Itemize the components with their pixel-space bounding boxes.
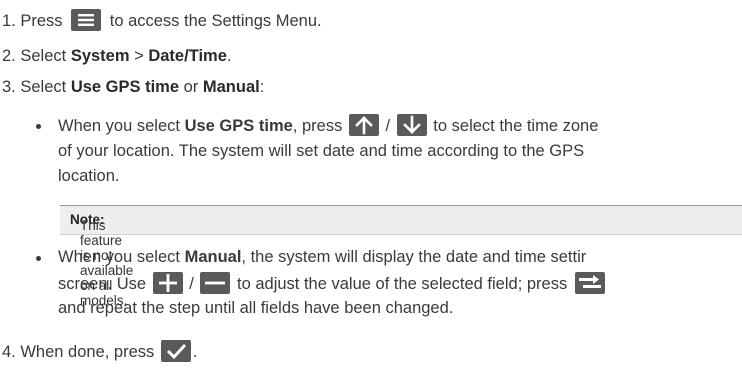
step-text: to access the Settings Menu. — [109, 12, 322, 30]
step-number: 3. — [2, 78, 16, 96]
step-text: Select — [20, 47, 67, 65]
step-number: 4. — [2, 343, 16, 361]
bullet-text: to select the time zone — [433, 117, 599, 135]
bullet-bold: Use GPS time — [184, 117, 293, 135]
bullet-text: When you select — [58, 117, 180, 135]
option-manual: Manual — [202, 78, 260, 96]
option-use-gps-time: Use GPS time — [70, 78, 180, 96]
menu-icon — [71, 9, 102, 31]
bullet-dot — [36, 124, 41, 129]
step-text: When done, press — [20, 343, 155, 361]
bullet-text: screen. Use — [58, 275, 147, 293]
step-1: 1. Press to access the Settings Menu. — [2, 9, 322, 32]
step-text: or — [183, 78, 199, 96]
bullet-bold: Manual — [184, 248, 242, 266]
arrow-up-icon — [348, 114, 379, 136]
step-4: 4. When done, press . — [2, 340, 197, 363]
menu-path-system: System — [70, 47, 130, 65]
checkmark-icon — [160, 340, 191, 362]
plus-icon — [152, 272, 183, 294]
slash: / — [385, 117, 391, 135]
bullet-text: , press — [292, 117, 343, 135]
arrow-down-icon — [396, 114, 427, 136]
bullet-1-line-2: of your location. The system will set da… — [58, 142, 585, 160]
step-text: Press — [20, 12, 63, 30]
step-3: 3. Select Use GPS time or Manual: — [2, 76, 264, 98]
step-number: 2. — [2, 47, 16, 65]
bullet-1-line-3: location. — [58, 167, 120, 185]
next-field-icon — [574, 272, 605, 294]
bullet-2-line-3: and repeat the step until all fields hav… — [58, 299, 454, 317]
slash: / — [189, 275, 194, 293]
menu-path-datetime: Date/Time — [148, 47, 227, 65]
bullet-text: , the system will display the date and t… — [241, 248, 587, 266]
bullet-2-line-2: screen. Use / to adjust the value of the… — [58, 272, 605, 295]
step-text: . — [192, 343, 198, 361]
step-2: 2. Select System > Date/Time. — [2, 45, 232, 67]
bullet-text: to adjust the value of the selected fiel… — [237, 275, 568, 293]
bullet-1-line-1: When you select Use GPS time, press / to… — [58, 114, 598, 137]
bullet-dot — [36, 256, 41, 261]
step-text: Select — [20, 78, 67, 96]
step-number: 1. — [2, 12, 16, 30]
step-text: : — [259, 78, 265, 96]
note-text: Note: This feature is not available on a… — [70, 212, 133, 308]
path-separator: > — [134, 47, 144, 65]
bullet-2-line-1: When you select Manual, the system will … — [58, 246, 586, 268]
step-text: . — [226, 47, 232, 65]
bullet-text: When you select — [58, 248, 180, 266]
note-box: Note: This feature is not available on a… — [60, 205, 742, 308]
minus-icon — [200, 272, 231, 294]
